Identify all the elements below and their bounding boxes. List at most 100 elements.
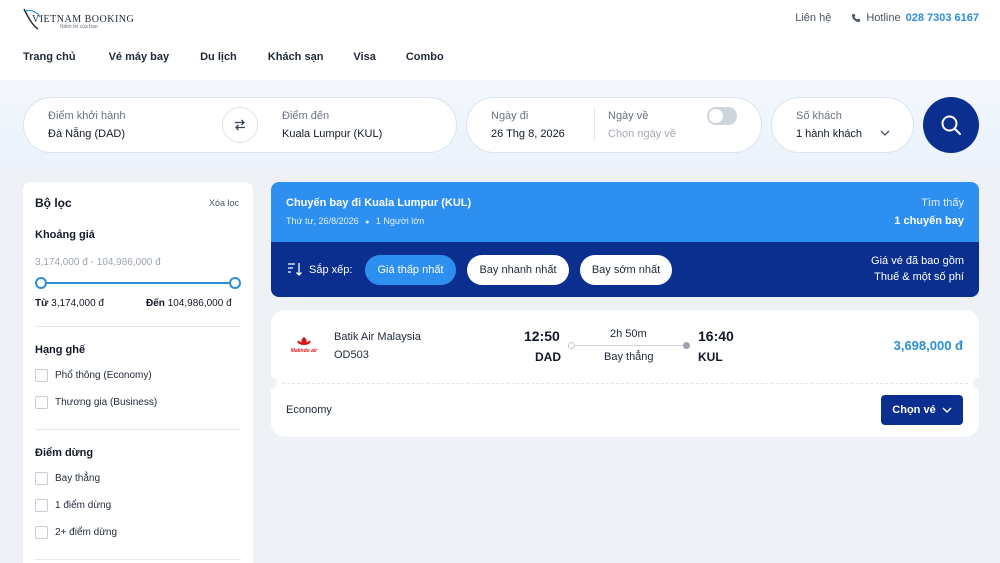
- price-min-value: 3,174,000 đ: [51, 298, 104, 309]
- nav-visa[interactable]: Visa: [353, 51, 375, 63]
- price-note-line2: Thuế & một số phí: [874, 271, 964, 283]
- arrive-airport-code: KUL: [698, 350, 723, 364]
- logo-tagline: Niềm tin của bạn: [60, 24, 98, 30]
- seat-class-option-economy[interactable]: Phổ thông (Economy): [35, 369, 152, 382]
- origin-value: Đà Nẵng (DAD): [48, 128, 126, 140]
- sort-earliest-button[interactable]: Bay sớm nhất: [580, 255, 672, 285]
- return-toggle[interactable]: [707, 107, 737, 125]
- price-filter-title: Khoảng giá: [35, 229, 95, 241]
- price-max-value: 104,986,000 đ: [167, 298, 232, 309]
- passenger-value: 1 hành khách: [796, 128, 863, 140]
- stops-option-label: 1 điểm dừng: [55, 500, 112, 511]
- filter-divider: [35, 559, 241, 560]
- origin-label: Điểm khởi hành: [48, 110, 126, 122]
- price-range-text: 3,174,000 đ - 104,986,000 đ: [35, 257, 161, 268]
- price-max: Đến 104,986,000 đ: [146, 298, 232, 309]
- checkbox[interactable]: [35, 472, 48, 485]
- airline-name: Batik Air Malaysia: [334, 331, 421, 343]
- price-slider-min-handle[interactable]: [35, 277, 47, 289]
- airline-logo-icon: [297, 337, 311, 345]
- sort-icon: [288, 263, 302, 276]
- top-links: Liên hệ Hotline 028 7303 6167: [795, 12, 979, 24]
- seat-class-option-label: Thương gia (Business): [55, 397, 158, 408]
- nav-flights[interactable]: Vé máy bay: [109, 51, 170, 63]
- search-button[interactable]: [923, 97, 979, 153]
- stops-option-label: Bay thẳng: [55, 473, 101, 484]
- filter-divider: [35, 326, 241, 327]
- main-nav: Trang chủ Vé máy bay Du lịch Khách sạn V…: [23, 51, 444, 63]
- seat-class-option-business[interactable]: Thương gia (Business): [35, 396, 157, 409]
- date-box: [466, 97, 762, 153]
- stops-title: Điểm dừng: [35, 447, 94, 459]
- arrive-time: 16:40: [698, 328, 734, 344]
- price-max-label: Đến: [146, 298, 165, 309]
- swap-arrows-icon: [235, 119, 245, 131]
- nav-combo[interactable]: Combo: [406, 51, 444, 63]
- contact-link[interactable]: Liên hệ: [795, 12, 831, 24]
- stops-option-direct[interactable]: Bay thẳng: [35, 472, 100, 485]
- nav-hotels[interactable]: Khách sạn: [268, 51, 324, 63]
- return-date-label: Ngày về: [608, 110, 649, 122]
- return-date-placeholder: Chọn ngày về: [608, 128, 676, 140]
- clear-filter-link[interactable]: Xóa lọc: [209, 198, 239, 208]
- hotline[interactable]: Hotline 028 7303 6167: [851, 12, 979, 24]
- search-icon: [941, 115, 961, 135]
- results-passengers: 1 Người lớn: [375, 216, 425, 226]
- phone-icon: [852, 14, 861, 22]
- stops-option-two-plus[interactable]: 2+ điểm dừng: [35, 526, 117, 539]
- site-header: VIETNAM BOOKING Niềm tin của bạn Liên hệ…: [0, 0, 1000, 80]
- sort-fastest-button[interactable]: Bay nhanh nhất: [467, 255, 569, 285]
- seat-class-title: Hạng ghế: [35, 344, 86, 356]
- price-note-line1: Giá vé đã bao gồm: [871, 255, 964, 267]
- price-slider-max-handle[interactable]: [229, 277, 241, 289]
- price-min: Từ 3,174,000 đ: [35, 298, 104, 309]
- results-subtitle: Thứ tư, 26/8/2026 ● 1 Người lớn: [286, 216, 424, 226]
- stops-option-one[interactable]: 1 điểm dừng: [35, 499, 111, 512]
- flight-stops: Bay thẳng: [604, 351, 654, 363]
- results-date: Thứ tư, 26/8/2026: [286, 216, 359, 226]
- route-line: [572, 345, 686, 346]
- flight-duration: 2h 50m: [610, 328, 647, 340]
- destination-label: Điểm đến: [282, 110, 330, 122]
- hotline-number[interactable]: 028 7303 6167: [906, 12, 979, 24]
- results-found-count: 1 chuyến bay: [894, 215, 964, 227]
- depart-date-label: Ngày đi: [491, 110, 529, 122]
- hotline-label: Hotline: [866, 12, 901, 24]
- price-slider-track: [41, 282, 235, 284]
- passenger-label: Số khách: [796, 110, 842, 122]
- sort-cheapest-button[interactable]: Giá thấp nhất: [365, 255, 456, 285]
- pax-box: [771, 97, 914, 153]
- results-summary-bar: Chuyến bay đi Kuala Lumpur (KUL) Thứ tư,…: [271, 182, 979, 242]
- choose-ticket-label: Chọn vé: [892, 404, 936, 416]
- choose-ticket-button[interactable]: Chọn vé: [881, 395, 963, 425]
- filter-divider: [35, 429, 241, 430]
- checkbox[interactable]: [35, 499, 48, 512]
- airline-logo: Malindo air: [286, 336, 322, 358]
- stops-option-label: 2+ điểm dừng: [55, 527, 118, 538]
- destination-value: Kuala Lumpur (KUL): [282, 128, 383, 140]
- results-found-label: Tìm thấy: [921, 197, 964, 209]
- swap-button[interactable]: [222, 107, 258, 143]
- depart-date-value: 26 Thg 8, 2026: [491, 128, 565, 140]
- checkbox[interactable]: [35, 369, 48, 382]
- cabin-class: Economy: [286, 404, 332, 416]
- airline-logo-text: Malindo air: [290, 348, 318, 354]
- nav-home[interactable]: Trang chủ: [23, 51, 76, 63]
- results-title: Chuyến bay đi Kuala Lumpur (KUL): [286, 197, 472, 209]
- checkbox[interactable]: [35, 396, 48, 409]
- chevron-down-icon: [942, 407, 952, 413]
- seat-class-option-label: Phổ thông (Economy): [55, 370, 152, 381]
- card-notch: [973, 377, 985, 389]
- date-divider: [594, 108, 595, 142]
- nav-tours[interactable]: Du lịch: [200, 51, 237, 63]
- route-start-dot: [568, 342, 575, 349]
- depart-airport-code: DAD: [535, 350, 561, 364]
- sort-label: Sắp xếp:: [309, 264, 353, 276]
- checkbox[interactable]: [35, 526, 48, 539]
- results-header: Chuyến bay đi Kuala Lumpur (KUL) Thứ tư,…: [271, 182, 979, 297]
- price-min-label: Từ: [35, 298, 49, 309]
- card-divider: [282, 383, 968, 384]
- chevron-down-icon: [880, 130, 890, 136]
- filter-title: Bộ lọc: [35, 196, 72, 210]
- flight-number: OD503: [334, 349, 369, 361]
